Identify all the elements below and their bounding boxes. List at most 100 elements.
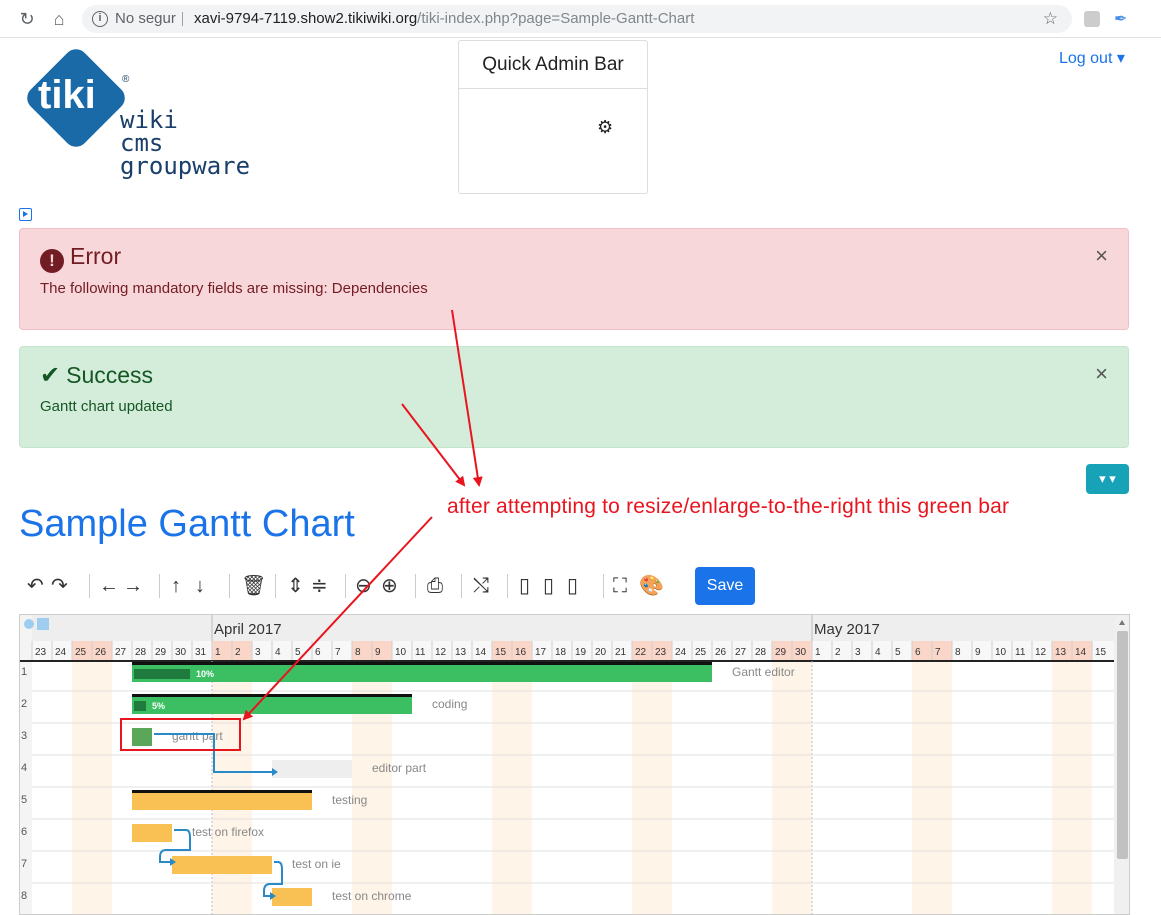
group-marker [132, 694, 412, 697]
undo-icon[interactable]: ↶ [27, 574, 44, 598]
task-bar[interactable] [132, 824, 172, 842]
security-label: No segur [115, 10, 176, 27]
divider [415, 574, 416, 598]
annotation-text: after attempting to resize/enlarge-to-th… [447, 495, 1010, 518]
task-bar[interactable] [132, 696, 412, 714]
success-title: Success [66, 362, 154, 388]
day-label: 7 [335, 647, 341, 658]
outdent-icon[interactable]: ← [99, 574, 119, 598]
weekend-column [632, 661, 652, 914]
divider [159, 574, 160, 598]
divider [89, 574, 90, 598]
task-bar[interactable] [172, 856, 272, 874]
error-message: The following mandatory fields are missi… [40, 280, 428, 297]
weekend-column [912, 661, 932, 914]
weekend-column [792, 661, 812, 914]
critical-path-icon[interactable]: ⤭ [473, 574, 489, 598]
save-button[interactable]: Save [695, 567, 755, 605]
weekend-column [72, 661, 92, 914]
zoom-out-icon[interactable]: ⊖ [355, 574, 372, 598]
day-label: 15 [495, 647, 507, 658]
task-bar[interactable] [272, 888, 312, 906]
page-actions-dropdown[interactable]: ▾ ▾ [1086, 464, 1129, 494]
row-number: 3 [21, 730, 27, 742]
close-success-button[interactable]: × [1095, 361, 1108, 387]
extension-icon[interactable] [1084, 11, 1100, 27]
task-label: editor part [372, 761, 427, 775]
day-label: 27 [115, 647, 127, 658]
task-bar[interactable] [132, 664, 712, 682]
day-label: 26 [95, 647, 107, 658]
divider [345, 574, 346, 598]
task-label: test on ie [292, 857, 341, 871]
day-label: 4 [875, 647, 881, 658]
expand-panel-icon [37, 618, 49, 630]
split-middle-icon[interactable]: ▯ [543, 574, 554, 598]
row-number: 2 [21, 698, 27, 710]
scrollbar-thumb[interactable] [1117, 631, 1128, 859]
error-alert: ! Error The following mandatory fields ar… [19, 228, 1129, 330]
url-text[interactable]: xavi-9794-7119.show2.tikiwiki.org/tiki-i… [194, 5, 694, 33]
quick-admin-title: Quick Admin Bar [459, 41, 647, 89]
divider [182, 12, 183, 26]
day-label: 29 [775, 647, 787, 658]
progress-bar [134, 669, 190, 679]
day-label: 28 [755, 647, 767, 658]
day-label: 28 [135, 647, 147, 658]
day-label: 31 [195, 647, 207, 658]
bookmark-star-icon[interactable]: ☆ [1043, 5, 1058, 33]
collapse-all-icon[interactable]: ≑ [311, 574, 328, 598]
day-label: 11 [1015, 647, 1026, 658]
day-label: 17 [535, 647, 547, 658]
logo-brand: tiki [38, 73, 96, 117]
row-number: 4 [21, 762, 27, 774]
indent-icon[interactable]: → [123, 574, 143, 598]
day-label: 13 [455, 647, 467, 658]
palette-icon[interactable]: 🎨 [639, 574, 664, 598]
logout-link[interactable]: Log out ▾ [1059, 48, 1125, 68]
day-label: 10 [995, 647, 1007, 658]
move-up-icon[interactable]: ↑ [171, 574, 181, 598]
day-label: 23 [655, 647, 667, 658]
gantt-canvas[interactable]: 23 24 25 26 27 28 29 30 31 1 2 3 4 5 6 7 8 9 10 11 12 13 14 15 1… [20, 615, 1130, 915]
feather-extension-icon[interactable]: ✒ [1114, 9, 1127, 29]
tiki-logo[interactable]: tiki ® wiki cms groupware [18, 48, 268, 188]
task-label: testing [332, 793, 367, 807]
close-error-button[interactable]: × [1095, 243, 1108, 269]
toggle-sidebar-icon[interactable] [19, 208, 32, 221]
day-label: 30 [795, 647, 807, 658]
delete-icon[interactable]: 🗑 [241, 574, 266, 598]
gear-icon[interactable]: ⚙ [597, 117, 613, 138]
task-label: coding [432, 697, 467, 711]
task-bar[interactable] [272, 760, 352, 778]
divider [603, 574, 604, 598]
split-left-icon[interactable]: ▯ [519, 574, 530, 598]
row-number: 1 [21, 666, 27, 678]
reload-icon[interactable]: ↻ [16, 8, 38, 30]
success-alert: ✔ Success Gantt chart updated × [19, 346, 1129, 448]
info-icon[interactable]: i [92, 11, 108, 27]
day-label: 25 [75, 647, 87, 658]
expand-all-icon[interactable]: ⇕ [287, 574, 304, 598]
print-icon[interactable]: ⎙ [427, 574, 443, 598]
weekend-column [772, 661, 792, 914]
day-label: 16 [515, 647, 527, 658]
day-label: 2 [235, 647, 241, 658]
task-bar[interactable] [132, 728, 152, 746]
fullscreen-icon[interactable]: ⛶ [613, 574, 627, 598]
row-number: 5 [21, 794, 27, 806]
task-label: Gantt editor [732, 665, 795, 679]
home-icon[interactable]: ⌂ [48, 8, 70, 30]
divider [229, 574, 230, 598]
address-bar[interactable]: i No segur xavi-9794-7119.show2.tikiwiki… [82, 5, 1072, 33]
day-label: 8 [955, 647, 961, 658]
split-right-icon[interactable]: ▯ [567, 574, 578, 598]
task-bar[interactable] [132, 792, 312, 810]
move-down-icon[interactable]: ↓ [195, 574, 205, 598]
day-label: 11 [415, 647, 426, 658]
progress-label: 5% [152, 701, 165, 711]
redo-icon[interactable]: ↷ [51, 574, 68, 598]
task-label: gantt part [172, 729, 223, 743]
zoom-in-icon[interactable]: ⊕ [381, 574, 398, 598]
day-label: 5 [295, 647, 301, 658]
